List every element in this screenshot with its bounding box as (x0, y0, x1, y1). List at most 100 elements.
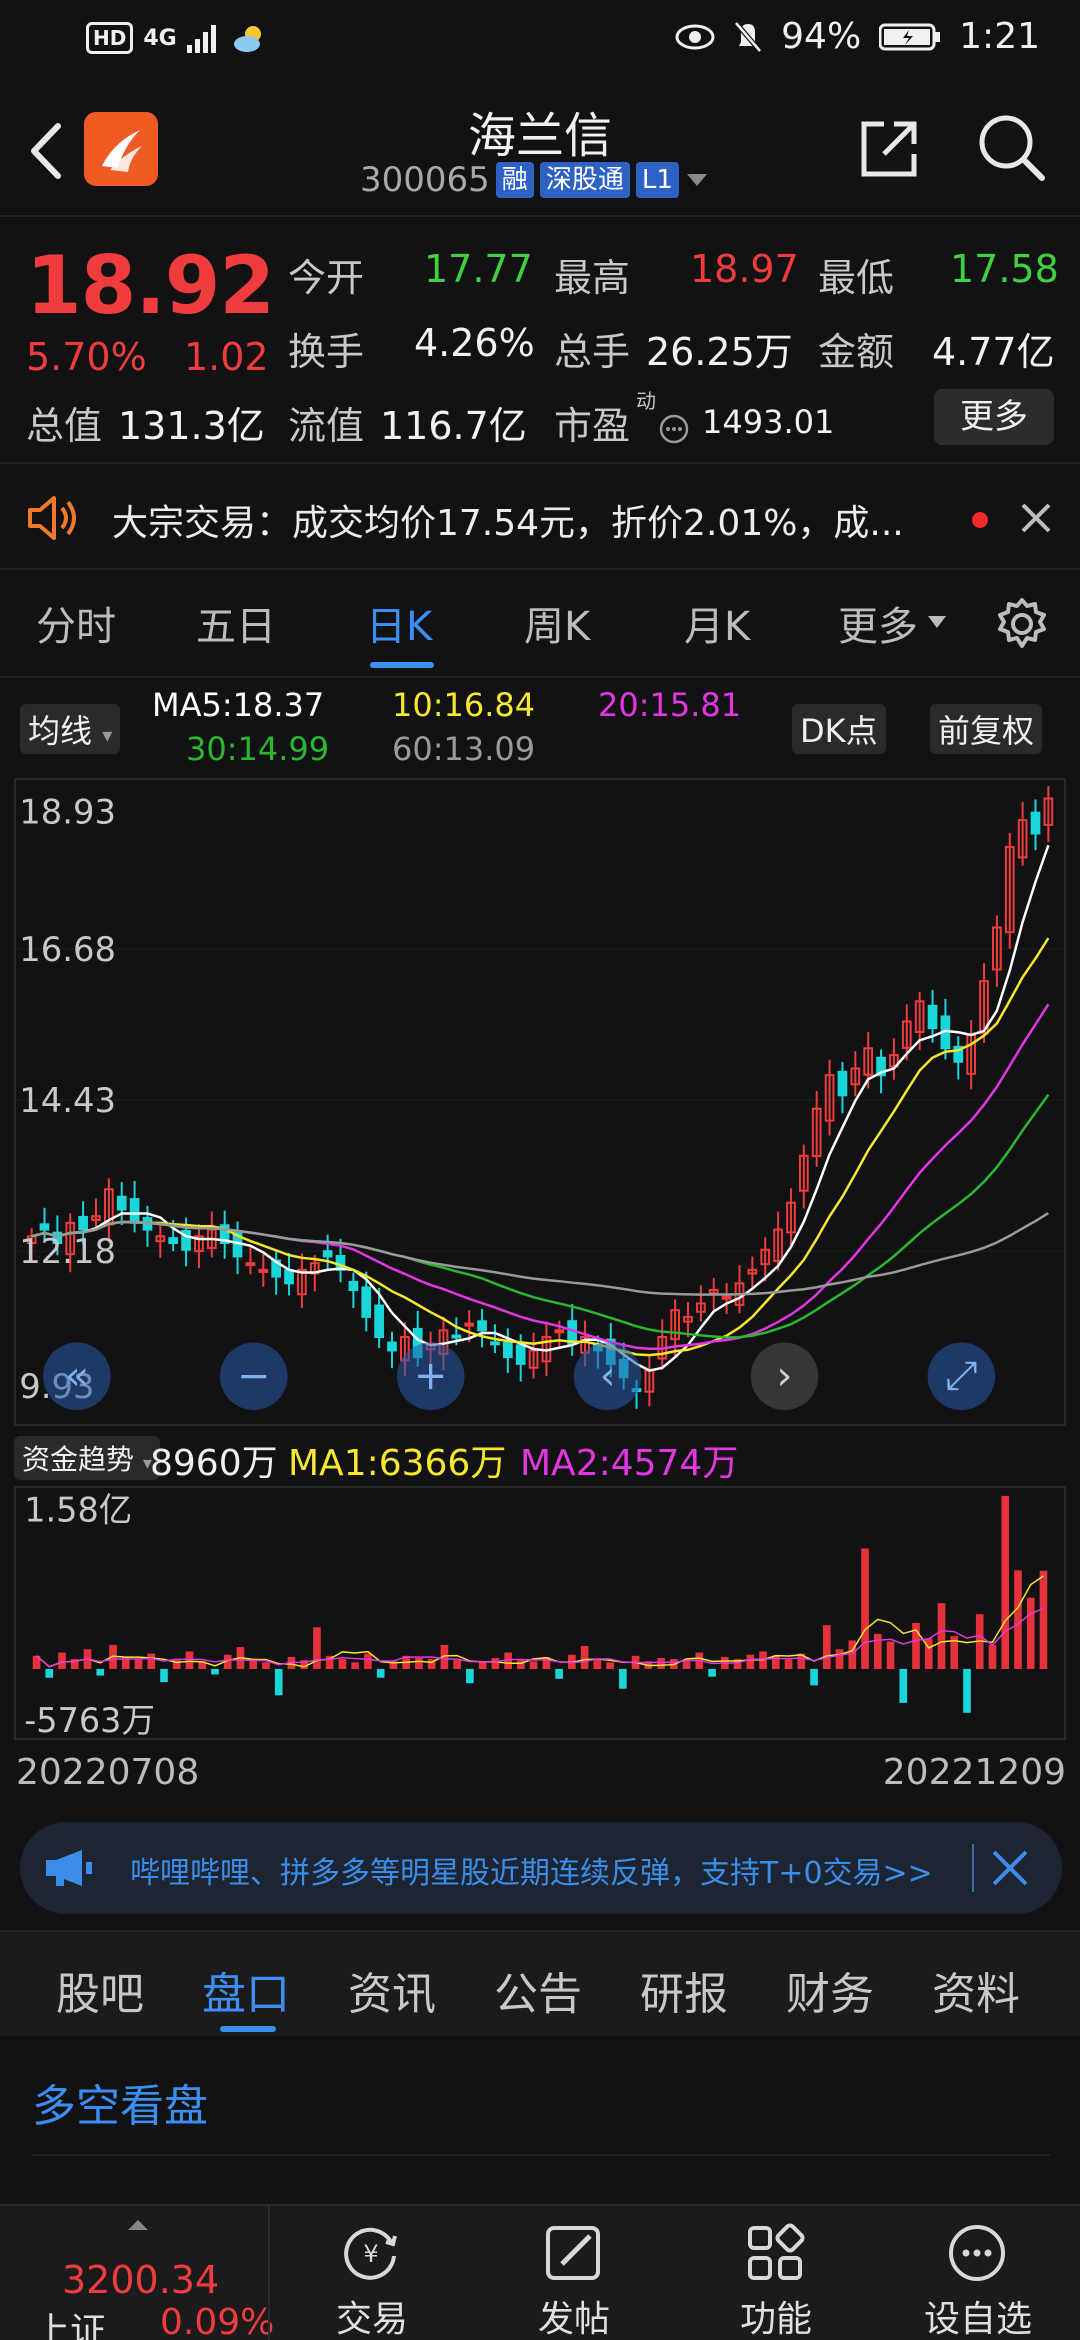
flow-bar (351, 1662, 360, 1669)
megaphone-icon (46, 1850, 92, 1886)
flow-bar (1039, 1570, 1048, 1669)
tab-monthly-k[interactable]: 月K (684, 594, 750, 652)
share-icon[interactable] (856, 116, 922, 182)
stock-code: 300065 (360, 160, 490, 200)
tab-underline (370, 662, 434, 668)
tab-finance[interactable]: 财务 (786, 1958, 874, 2022)
more-quote-button[interactable]: 更多 (934, 389, 1054, 445)
dk-point-button[interactable]: DK点 (792, 704, 886, 754)
flow-bar (491, 1658, 500, 1669)
index-percent: 0.09% (160, 2302, 275, 2340)
scroll-right-button[interactable]: › (750, 1342, 819, 1411)
scroll-back-icon: ‹ (600, 1353, 616, 1399)
candlestick-chart[interactable]: 18.9316.6814.4312.189.93 «−+‹›⤢ (14, 778, 1066, 1426)
turnover-label: 换手 (288, 330, 365, 374)
high-label: 最高 (554, 256, 631, 300)
adjust-button[interactable]: 前复权 (930, 704, 1043, 754)
bottom-nav: 3200.34 上证 0.09% ¥ 交易 发帖 功能 设自选 (0, 2204, 1080, 2340)
tab-announcements[interactable]: 公告 (494, 1958, 582, 2022)
pe-value: 1493.01 (702, 403, 835, 441)
search-icon[interactable] (976, 112, 1046, 182)
scroll-back-button[interactable]: ‹ (573, 1342, 642, 1411)
watchlist-dots-icon[interactable] (944, 2220, 1010, 2286)
flow-bar (784, 1659, 793, 1669)
change-percent: 5.70% (26, 335, 147, 379)
post-icon[interactable] (540, 2220, 606, 2286)
flow-bar (211, 1668, 219, 1675)
scroll-left-icon: « (65, 1353, 89, 1399)
tab-order-book[interactable]: 盘口 (202, 1958, 290, 2022)
functions-grid-icon[interactable] (742, 2220, 808, 2286)
battery-percent: 94% (781, 16, 862, 57)
tab-weekly-k[interactable]: 周K (524, 594, 590, 652)
scroll-left-button[interactable]: « (43, 1342, 111, 1411)
float-cap-value: 116.7亿 (380, 404, 527, 448)
pe-dynamic-mark: 动 (636, 389, 656, 413)
flow-legend: 资金趋势 ▾ 8960万 MA1:6366万 MA2:4574万 (14, 1428, 1066, 1484)
zoom-out-button[interactable]: − (219, 1342, 288, 1411)
candle-body (927, 1004, 938, 1030)
svg-text:¥: ¥ (363, 2240, 378, 2268)
nav-post[interactable]: 发帖 (504, 2290, 644, 2340)
flow-bar (822, 1625, 831, 1669)
ma-legend: 均线 ▾ MA5:18.37 10:16.84 20:15.81 30:14.9… (0, 676, 1080, 776)
tab-profile[interactable]: 资料 (932, 1958, 1020, 2022)
quote-panel: 18.92 5.70% 1.02 今开 17.77 最高 18.97 最低 17… (0, 215, 1080, 460)
promo-divider (972, 1844, 974, 1892)
notice-bar[interactable]: 大宗交易：成交均价17.54元，折价2.01%，成... (0, 462, 1080, 570)
candle-body (39, 1223, 50, 1231)
index-name: 上证 (34, 2311, 107, 2340)
expand-up-icon[interactable] (126, 2218, 150, 2232)
flow-bar (1026, 1597, 1035, 1669)
settings-gear-icon[interactable] (994, 596, 1050, 652)
battery-icon (879, 23, 941, 50)
promo-banner[interactable]: 哔哩哔哩、拼多多等明星股近期连续反弹，支持T+0交易>> (20, 1822, 1062, 1914)
tab-news[interactable]: 资讯 (348, 1958, 436, 2022)
more-dots-icon[interactable] (658, 413, 690, 445)
candle-body (78, 1215, 88, 1231)
section-title: 多空看盘 (32, 2081, 208, 2132)
nav-divider (268, 2206, 270, 2340)
ma60-label: 60:13.09 (392, 730, 536, 768)
tab-forum[interactable]: 股吧 (56, 1958, 144, 2022)
close-icon[interactable] (1020, 502, 1052, 534)
nav-watchlist[interactable]: 设自选 (908, 2290, 1048, 2340)
nav-trade[interactable]: 交易 (302, 2290, 442, 2340)
tab-daily-k[interactable]: 日K (366, 594, 432, 652)
tab-more-arrow-icon (928, 616, 946, 628)
flow-bar (58, 1652, 66, 1669)
index-price[interactable]: 3200.34 (62, 2258, 219, 2302)
tag-connect: 深股通 (539, 162, 630, 198)
unread-dot (972, 512, 988, 528)
promo-text: 哔哩哔哩、拼多多等明星股近期连续反弹，支持T+0交易>> (130, 1856, 933, 1891)
tab-intraday[interactable]: 分时 (36, 594, 116, 652)
flow-bar (274, 1668, 283, 1696)
candle-body (490, 1341, 500, 1346)
flow-bar (453, 1660, 461, 1669)
tab-research[interactable]: 研报 (640, 1958, 728, 2022)
flow-selector[interactable]: 资金趋势 ▾ (14, 1436, 160, 1480)
candle-body (1030, 811, 1041, 835)
flow-bar (517, 1660, 525, 1669)
fullscreen-button[interactable]: ⤢ (927, 1342, 996, 1411)
zoom-in-button[interactable]: + (396, 1342, 465, 1411)
scroll-right-icon: › (777, 1353, 793, 1399)
weather-icon (233, 26, 261, 52)
float-cap-label: 流值 (288, 404, 365, 448)
ma-selector[interactable]: 均线 ▾ (20, 704, 121, 754)
tab-five-day[interactable]: 五日 (196, 594, 276, 652)
stock-code-row[interactable]: 300065 融 深股通 L1 (360, 160, 709, 200)
flow-bar (160, 1668, 168, 1683)
hd-icon: HD (86, 22, 134, 54)
trade-icon[interactable]: ¥ (338, 2220, 404, 2286)
tab-more[interactable]: 更多 (838, 594, 918, 652)
flow-bar (185, 1651, 194, 1669)
nav-functions[interactable]: 功能 (706, 2290, 846, 2340)
market-cap-label: 总值 (26, 404, 103, 448)
flow-bar (134, 1659, 143, 1669)
promo-close-icon[interactable] (990, 1848, 1030, 1888)
change-amount: 1.02 (184, 335, 269, 379)
candle-body (515, 1344, 526, 1365)
capital-flow-chart[interactable]: 1.58亿 -5763万 (14, 1486, 1066, 1740)
candle-body (721, 1295, 732, 1300)
